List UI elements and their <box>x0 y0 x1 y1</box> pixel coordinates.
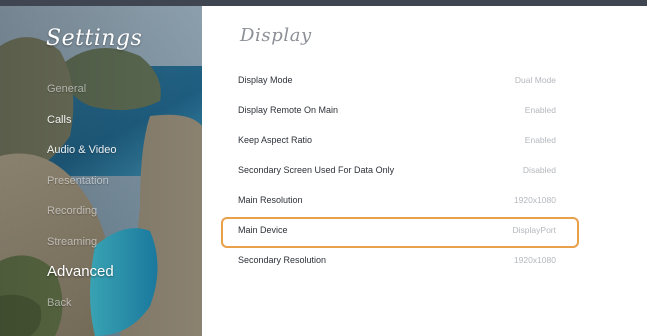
settings-title: Settings <box>46 26 143 51</box>
setting-value: 1920x1080 <box>513 195 556 205</box>
setting-row-secondary-screen-data-only[interactable]: Secondary Screen Used For Data Only Disa… <box>220 156 580 186</box>
setting-label: Secondary Resolution <box>238 255 327 265</box>
setting-value: Dual Mode <box>514 75 556 85</box>
nav-item-audio-video[interactable]: Audio & Video <box>47 135 117 166</box>
sidebar-nav: General Calls Audio & Video Presentation… <box>47 74 117 318</box>
settings-list: Display Mode Dual Mode Display Remote On… <box>220 66 580 276</box>
setting-row-keep-aspect-ratio[interactable]: Keep Aspect Ratio Enabled <box>220 126 580 156</box>
setting-value: Enabled <box>524 135 556 145</box>
setting-row-secondary-resolution[interactable]: Secondary Resolution 1920x1080 <box>220 246 580 276</box>
setting-row-display-remote-on-main[interactable]: Display Remote On Main Enabled <box>220 96 580 126</box>
setting-label: Display Remote On Main <box>238 105 339 115</box>
setting-label: Main Resolution <box>238 195 303 205</box>
setting-value: Enabled <box>524 105 556 115</box>
display-settings-panel: Display Display Mode Dual Mode Display R… <box>202 6 647 336</box>
nav-item-calls[interactable]: Calls <box>47 105 117 136</box>
nav-item-general[interactable]: General <box>47 74 117 105</box>
setting-value: 1920x1080 <box>513 255 556 265</box>
setting-label: Main Device <box>238 225 288 235</box>
nav-item-recording[interactable]: Recording <box>47 196 117 227</box>
nav-item-streaming[interactable]: Streaming <box>47 227 117 258</box>
sidebar: Settings General Calls Audio & Video Pre… <box>0 6 202 336</box>
setting-row-main-resolution[interactable]: Main Resolution 1920x1080 <box>220 186 580 216</box>
setting-label: Secondary Screen Used For Data Only <box>238 165 395 175</box>
panel-title: Display <box>240 25 312 46</box>
setting-label: Keep Aspect Ratio <box>238 135 313 145</box>
setting-value: Disabled <box>522 165 556 175</box>
settings-screen: Settings General Calls Audio & Video Pre… <box>0 0 647 336</box>
nav-item-advanced[interactable]: Advanced <box>47 257 117 288</box>
nav-item-back[interactable]: Back <box>47 288 117 319</box>
nav-item-presentation[interactable]: Presentation <box>47 166 117 197</box>
setting-row-main-device[interactable]: Main Device DisplayPort <box>220 216 580 248</box>
setting-label: Display Mode <box>238 75 293 85</box>
setting-value: DisplayPort <box>512 225 556 235</box>
setting-row-display-mode[interactable]: Display Mode Dual Mode <box>220 66 580 96</box>
